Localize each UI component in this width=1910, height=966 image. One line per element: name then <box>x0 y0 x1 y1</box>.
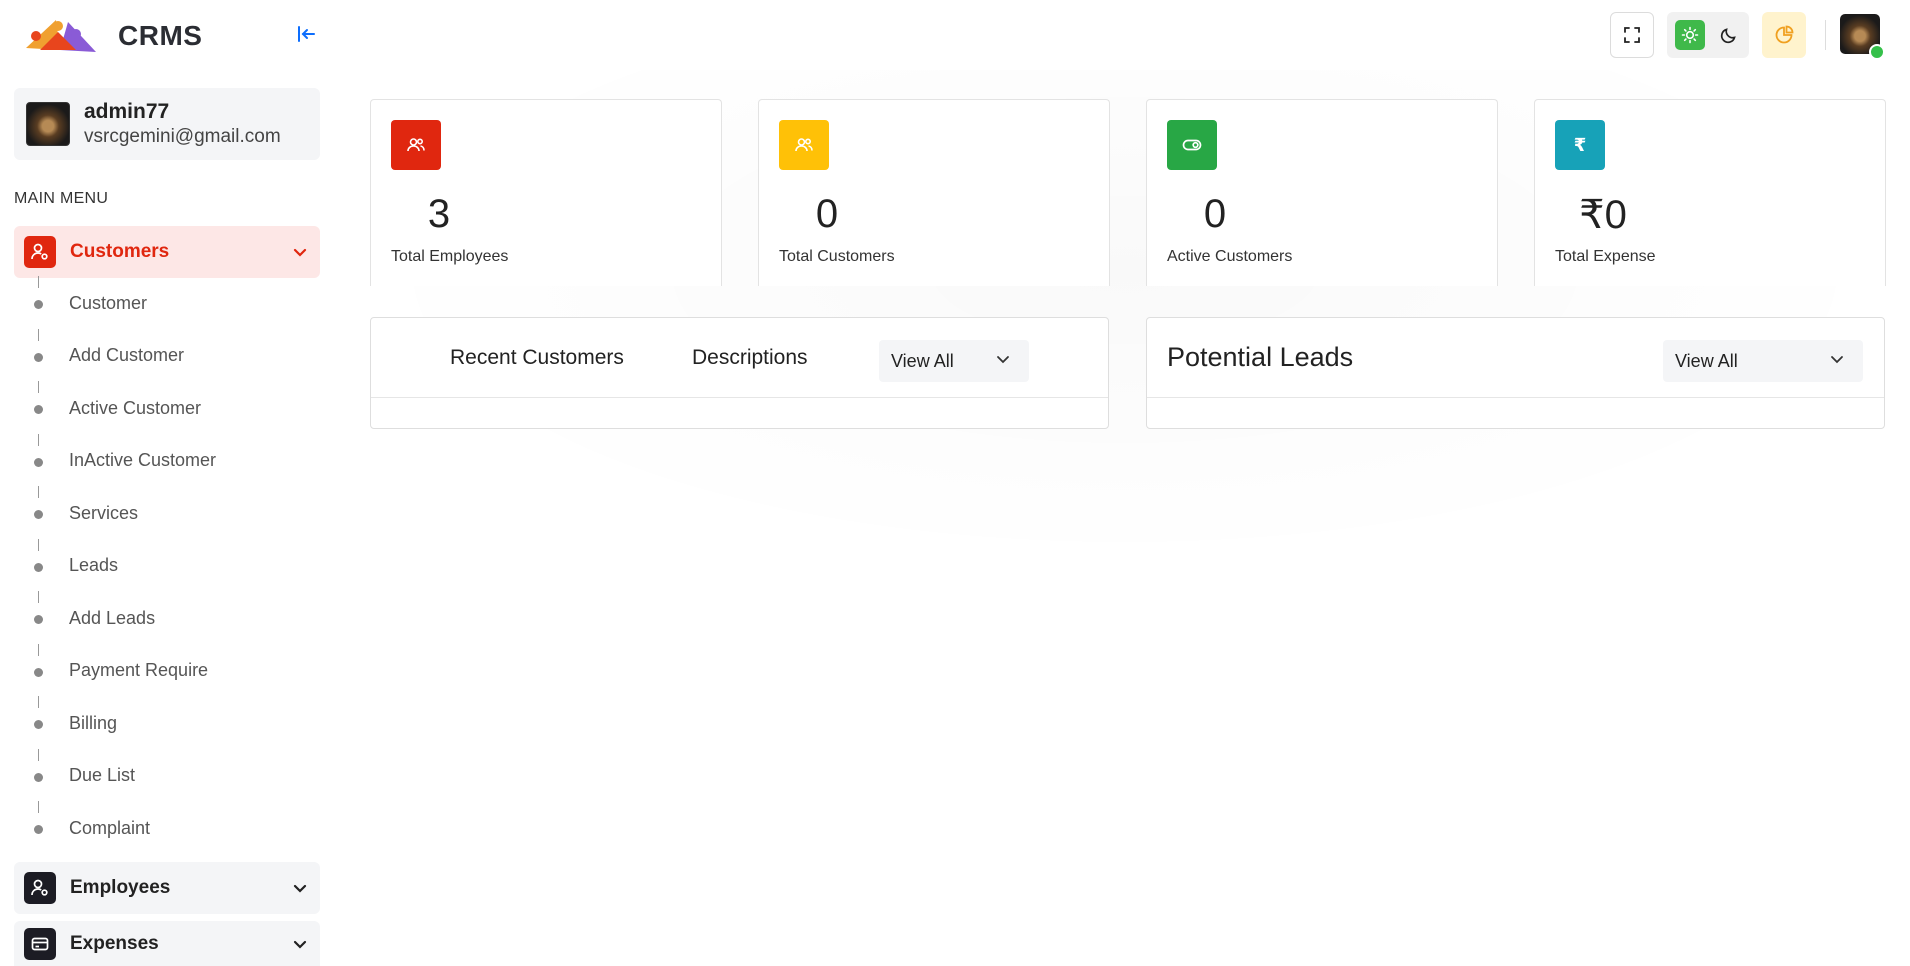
sidebar: CRMS admin77 vsrcgemini@gmail.com MAIN M… <box>0 0 340 966</box>
collapse-sidebar-icon[interactable] <box>294 22 318 46</box>
online-status-indicator <box>1869 44 1885 60</box>
panel-header: Potential Leads View All <box>1147 318 1884 398</box>
user-gear-icon <box>24 236 56 268</box>
stat-label: Active Customers <box>1167 248 1293 265</box>
sidebar-item-complaint[interactable]: Complaint <box>14 801 320 854</box>
sidebar-item-active-customer[interactable]: Active Customer <box>14 381 320 434</box>
bullet-icon <box>34 825 43 834</box>
view-all-dropdown[interactable]: View All <box>1663 340 1863 382</box>
pie-chart-button[interactable] <box>1762 12 1806 58</box>
sidebar-item-services[interactable]: Services <box>14 486 320 539</box>
chevron-down-icon <box>290 878 310 898</box>
stat-value: ₹0 <box>1579 193 1627 237</box>
stat-card-customers: 0 Total Customers <box>758 99 1110 286</box>
brand-logo-icon <box>18 14 98 58</box>
tab-descriptions[interactable]: Descriptions <box>692 346 808 370</box>
panel-header: Recent Customers Descriptions View All <box>371 318 1108 398</box>
profile-name: admin77 <box>84 100 170 123</box>
customers-submenu: Customer Add Customer Active Customer In… <box>14 276 320 854</box>
stat-value: 0 <box>815 192 839 236</box>
sidebar-item-due-list[interactable]: Due List <box>14 748 320 802</box>
stat-label: Total Expense <box>1555 248 1656 265</box>
bullet-icon <box>34 562 43 572</box>
sidebar-item-billing[interactable]: Billing <box>14 696 320 749</box>
recent-customers-panel: Recent Customers Descriptions View All <box>370 317 1109 429</box>
sidebar-item-customer[interactable]: Customer <box>14 276 320 329</box>
panel-title: Potential Leads <box>1167 342 1354 372</box>
moon-icon[interactable] <box>1717 23 1741 47</box>
bullet-icon <box>34 405 43 414</box>
sidebar-group-employees[interactable]: Employees <box>14 862 320 914</box>
bullet-icon <box>34 667 43 677</box>
bullet-icon <box>34 772 43 782</box>
stat-value: 3 <box>427 192 451 236</box>
bullet-icon <box>34 510 43 519</box>
app-name: CRMS <box>118 20 203 51</box>
toggle-icon <box>1167 120 1217 170</box>
theme-switch[interactable] <box>1667 12 1749 58</box>
stat-card-active-customers: 0 Active Customers <box>1146 99 1498 286</box>
chevron-down-icon <box>290 242 310 262</box>
stat-card-employees: 3 Total Employees <box>370 99 722 286</box>
sidebar-item-add-leads[interactable]: Add Leads <box>14 591 320 644</box>
chevron-down-icon <box>290 934 310 954</box>
sidebar-item-add-customer[interactable]: Add Customer <box>14 328 320 382</box>
fullscreen-button[interactable] <box>1610 12 1654 58</box>
sidebar-item-leads[interactable]: Leads <box>14 538 320 592</box>
sidebar-group-expenses[interactable]: Expenses <box>14 921 320 966</box>
bullet-icon <box>34 300 43 309</box>
stat-label: Total Customers <box>779 248 895 265</box>
view-all-dropdown[interactable]: View All <box>879 340 1029 382</box>
divider <box>1825 20 1826 50</box>
profile-card[interactable]: admin77 vsrcgemini@gmail.com <box>14 88 320 160</box>
wallet-icon <box>24 927 56 960</box>
stat-label: Total Employees <box>391 248 509 265</box>
tab-recent-customers[interactable]: Recent Customers <box>450 346 624 370</box>
stat-card-expense: ₹ ₹0 Total Expense <box>1534 99 1886 286</box>
view-all-label: View All <box>1675 350 1738 371</box>
bullet-icon <box>34 720 43 729</box>
sidebar-item-payment-require[interactable]: Payment Require <box>14 643 320 697</box>
menu-caption: MAIN MENU <box>14 190 109 207</box>
avatar <box>26 102 70 146</box>
users-icon <box>391 120 441 170</box>
sidebar-group-label: Expenses <box>70 932 159 954</box>
chevron-down-icon <box>1829 351 1845 372</box>
rupee-icon: ₹ <box>1555 120 1605 170</box>
view-all-label: View All <box>891 350 954 371</box>
bullet-icon <box>34 615 43 624</box>
sidebar-group-customers[interactable]: Customers <box>14 226 320 278</box>
stat-value: 0 <box>1203 192 1227 236</box>
profile-email: vsrcgemini@gmail.com <box>84 126 281 147</box>
bullet-icon <box>34 457 43 467</box>
users-icon <box>779 120 829 170</box>
sidebar-item-inactive-customer[interactable]: InActive Customer <box>14 433 320 487</box>
pie-chart-icon <box>1775 25 1794 44</box>
sidebar-group-label: Employees <box>70 877 171 898</box>
potential-leads-panel: Potential Leads View All <box>1146 317 1885 429</box>
user-gear-icon <box>24 872 56 904</box>
chevron-down-icon <box>995 351 1011 372</box>
sidebar-group-label: Customers <box>70 241 170 262</box>
sun-icon[interactable] <box>1675 20 1705 50</box>
fullscreen-icon <box>1624 27 1640 43</box>
bullet-icon <box>34 352 43 362</box>
brand[interactable]: CRMS <box>18 14 202 58</box>
